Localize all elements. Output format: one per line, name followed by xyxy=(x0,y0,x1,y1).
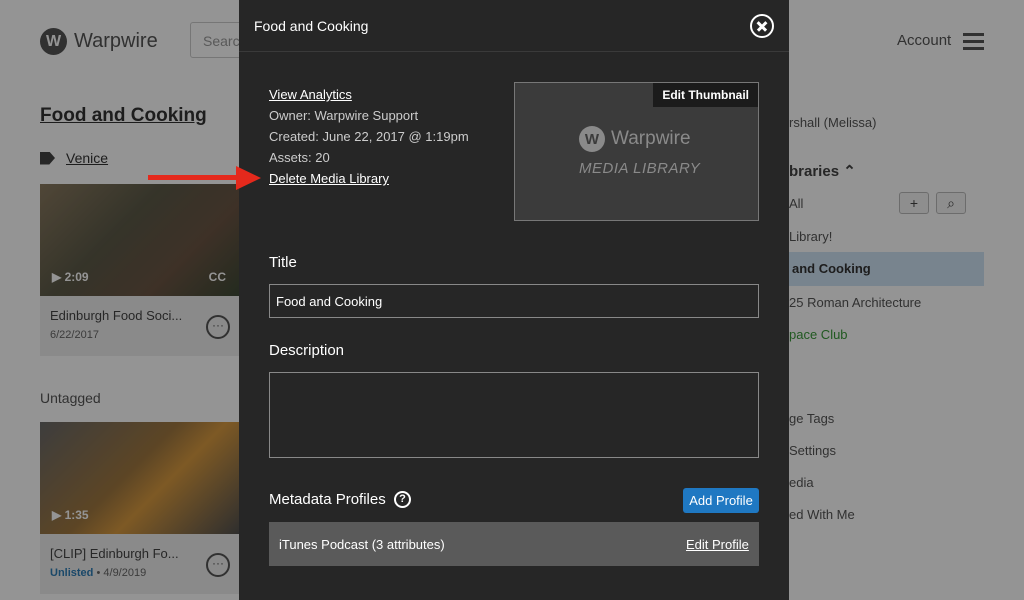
view-analytics-link[interactable]: View Analytics xyxy=(269,84,469,105)
created-text: Created: June 22, 2017 @ 1:19pm xyxy=(269,129,469,144)
edit-profile-link[interactable]: Edit Profile xyxy=(686,537,749,552)
profile-name: iTunes Podcast (3 attributes) xyxy=(279,537,445,552)
help-icon[interactable]: ? xyxy=(394,491,411,508)
edit-library-modal: Food and Cooking View Analytics Owner: W… xyxy=(239,0,789,600)
modal-header: Food and Cooking xyxy=(239,0,789,52)
thumbnail-logo-text: Warpwire xyxy=(611,128,691,149)
edit-thumbnail-button[interactable]: Edit Thumbnail xyxy=(653,83,758,107)
title-input[interactable] xyxy=(269,284,759,318)
modal-title: Food and Cooking xyxy=(254,18,369,34)
description-label: Description xyxy=(269,342,345,359)
delete-library-link[interactable]: Delete Media Library xyxy=(269,168,469,189)
description-textarea[interactable] xyxy=(269,372,759,458)
library-info: View Analytics Owner: Warpwire Support C… xyxy=(269,84,469,189)
close-icon[interactable] xyxy=(750,14,774,38)
add-profile-button[interactable]: Add Profile xyxy=(683,488,759,513)
thumbnail-logo: W Warpwire xyxy=(579,126,691,152)
annotation-arrow-line xyxy=(148,175,243,180)
annotation-arrow-icon xyxy=(236,166,261,190)
library-thumbnail: Edit Thumbnail W Warpwire MEDIA LIBRARY xyxy=(514,82,759,221)
metadata-profiles-label: Metadata Profiles xyxy=(269,491,386,508)
thumbnail-logo-mark-icon: W xyxy=(579,126,605,152)
title-label: Title xyxy=(269,254,297,271)
profile-row: iTunes Podcast (3 attributes) Edit Profi… xyxy=(269,522,759,566)
assets-count: Assets: 20 xyxy=(269,150,330,165)
owner-text: Owner: Warpwire Support xyxy=(269,108,419,123)
thumbnail-subtitle: MEDIA LIBRARY xyxy=(579,160,701,177)
